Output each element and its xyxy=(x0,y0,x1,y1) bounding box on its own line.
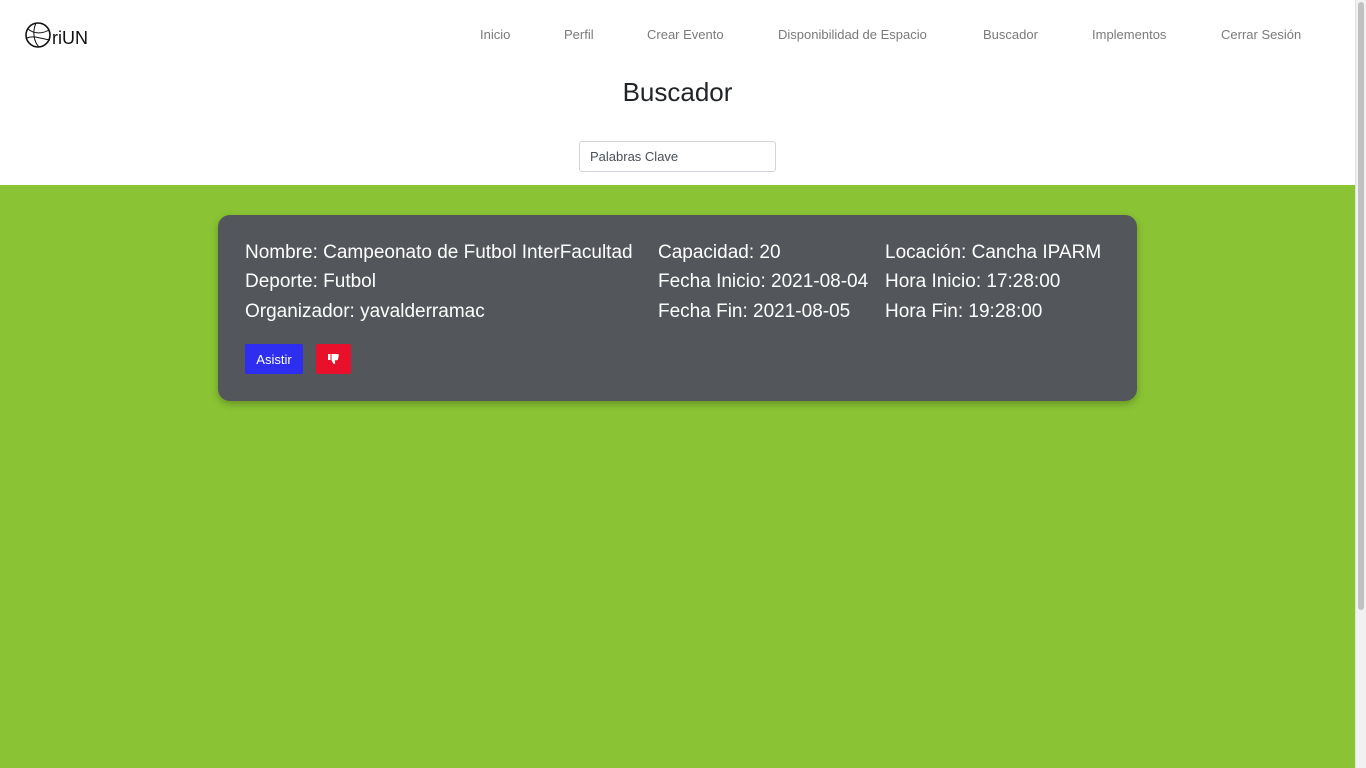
event-location: Locación: Cancha IPARM xyxy=(885,242,1102,263)
event-start-time: Hora Inicio: 17:28:00 xyxy=(885,271,1061,292)
event-start-date: Fecha Inicio: 2021-08-04 xyxy=(658,271,869,292)
attend-button[interactable]: Asistir xyxy=(245,344,303,374)
event-organizer: Organizador: yavalderramac xyxy=(245,301,485,322)
nav-link-cerrar-sesion[interactable]: Cerrar Sesión xyxy=(1221,26,1301,44)
nav-link-crear-evento[interactable]: Crear Evento xyxy=(647,26,724,44)
nav-link-implementos[interactable]: Implementos xyxy=(1092,26,1166,44)
page-scrollbar[interactable] xyxy=(1355,0,1366,768)
nav-link-inicio[interactable]: Inicio xyxy=(480,26,510,44)
event-card: Nombre: Campeonato de Futbol InterFacult… xyxy=(218,215,1137,401)
scrollbar-thumb[interactable] xyxy=(1358,2,1364,610)
main-nav: Inicio Perfil Crear Evento Disponibilida… xyxy=(0,26,1355,44)
keyword-search-input[interactable] xyxy=(579,141,776,172)
nav-link-buscador[interactable]: Buscador xyxy=(983,26,1038,44)
dislike-button[interactable] xyxy=(316,344,351,374)
results-area: Nombre: Campeonato de Futbol InterFacult… xyxy=(0,185,1355,768)
page-title: Buscador xyxy=(622,77,733,107)
event-capacity: Capacidad: 20 xyxy=(658,242,781,263)
app-viewport: riUN Inicio Perfil Crear Evento Disponib… xyxy=(0,0,1355,768)
event-end-date: Fecha Fin: 2021-08-05 xyxy=(658,301,851,322)
nav-link-disponibilidad-espacio[interactable]: Disponibilidad de Espacio xyxy=(778,26,927,44)
event-name: Nombre: Campeonato de Futbol InterFacult… xyxy=(245,242,633,263)
navbar: riUN Inicio Perfil Crear Evento Disponib… xyxy=(0,0,1355,70)
event-end-time: Hora Fin: 19:28:00 xyxy=(885,301,1043,322)
nav-link-perfil[interactable]: Perfil xyxy=(564,26,594,44)
thumbs-down-icon xyxy=(316,353,351,365)
event-sport: Deporte: Futbol xyxy=(245,271,376,292)
